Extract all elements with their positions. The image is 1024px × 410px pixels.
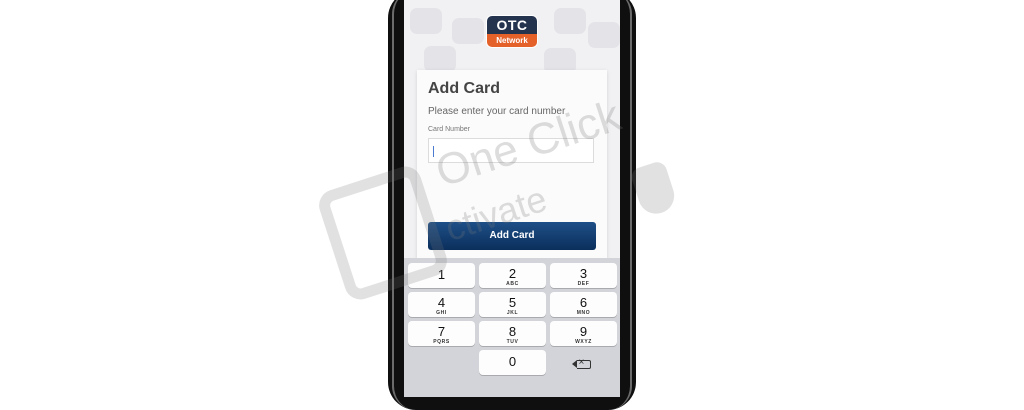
key-letters: JKL [506,310,519,316]
key-0[interactable]: 0 [479,350,546,375]
key-letters: MNO [576,310,591,316]
key-digit: 4 [437,295,446,310]
key-digit: 0 [508,354,517,369]
key-7[interactable]: 7 PQRS [408,321,475,346]
logo-bottom-text: Network [487,34,537,47]
otc-network-logo: OTC Network [487,16,537,47]
key-digit: 5 [508,295,517,310]
background-tile [410,8,442,34]
key-digit: 2 [508,266,517,281]
key-letters: DEF [577,281,590,287]
key-digit: 6 [579,295,588,310]
background-tile [424,46,456,72]
backspace-icon [571,357,591,369]
background-tile [452,18,484,44]
card-number-label: Card Number [428,126,471,133]
watermark-hand-icon [629,159,679,219]
key-digit: 7 [437,324,446,339]
page-title: Add Card [428,80,500,97]
key-letters: GHI [436,310,447,316]
key-letters: ABC [506,281,519,287]
delete-key[interactable] [550,352,617,377]
background-tile [588,22,620,48]
key-3[interactable]: 3 DEF [550,263,617,288]
logo-top-text: OTC [487,16,537,34]
key-digit: 3 [579,266,588,281]
key-5[interactable]: 5 JKL [479,292,546,317]
key-9[interactable]: 9 WXYZ [550,321,617,346]
background-tile [554,8,586,34]
key-4[interactable]: 4 GHI [408,292,475,317]
key-8[interactable]: 8 TUV [479,321,546,346]
key-2[interactable]: 2 ABC [479,263,546,288]
key-letters: TUV [506,339,519,345]
key-digit: 9 [579,324,588,339]
key-letters: WXYZ [575,339,592,345]
numeric-keypad: 1 2 ABC 3 DEF 4 GHI 5 JKL 6 MNO 7 PQRS 8… [404,258,620,397]
key-6[interactable]: 6 MNO [550,292,617,317]
key-letters: PQRS [433,339,450,345]
key-digit: 8 [508,324,517,339]
